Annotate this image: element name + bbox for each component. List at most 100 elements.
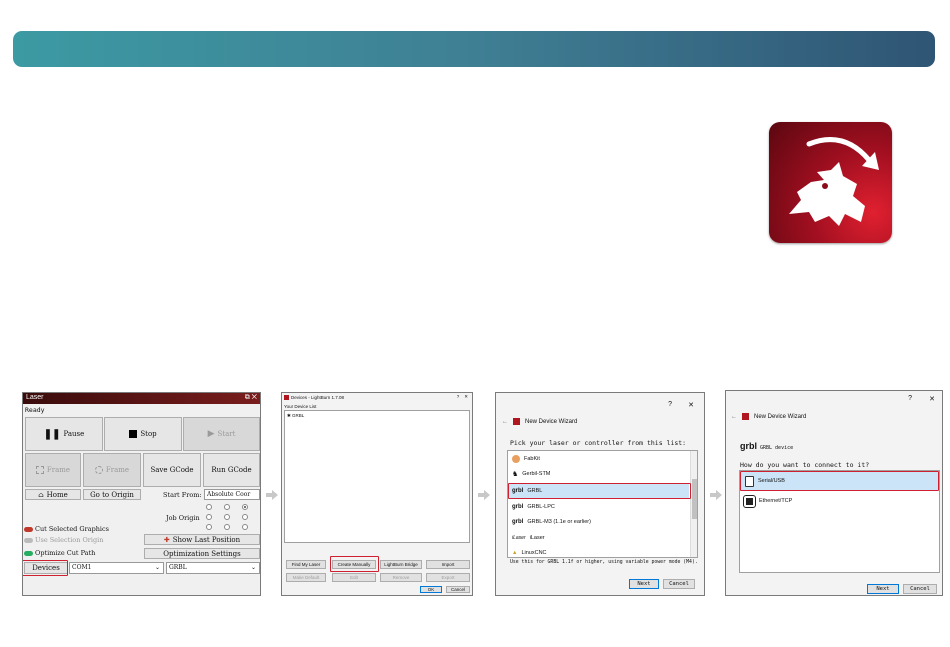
list-item[interactable]: grbl GRBL-M3 (1.1e or earlier) — [512, 515, 591, 529]
start-from-dropdown[interactable]: Absolute Coor — [204, 489, 260, 500]
wizard-header: ← New Device Wizard — [502, 418, 578, 425]
laser-titlebar: Laser ⧉ ✕ — [23, 393, 260, 404]
toggle-on-icon — [24, 550, 33, 556]
import-button[interactable]: Import — [426, 560, 470, 569]
wizard-connect-window: ? ✕ ← New Device Wizard grbl GRBL device… — [725, 390, 943, 596]
device-type-row: grbl GRBL device — [740, 441, 793, 451]
arrow-right-icon — [266, 490, 278, 500]
toggle-off-icon — [24, 537, 33, 543]
grbl-logo-icon: grbl — [512, 504, 524, 510]
ok-button[interactable]: OK — [420, 586, 442, 593]
create-manually-highlight — [330, 556, 379, 572]
option-ethernet-tcp[interactable]: Ethernet/TCP — [741, 493, 792, 509]
use-selection-origin-toggle[interactable]: Use Selection Origin — [24, 536, 103, 544]
lightburn-app-icon — [513, 418, 520, 425]
toggle-off-icon — [24, 526, 33, 532]
list-item[interactable]: ✱ GRBL — [287, 413, 304, 419]
home-icon: ⌂ — [38, 490, 44, 499]
port-dropdown[interactable]: COM1 ⌄ — [69, 562, 164, 574]
arrow-right-icon — [710, 490, 722, 500]
connect-prompt: How do you want to connect to it? — [740, 461, 870, 469]
laser-window: Laser ⧉ ✕ Ready ❚❚ Pause Stop ▶ Start Fram… — [22, 392, 261, 596]
lightburn-bridge-button[interactable]: LightBurn Bridge — [380, 560, 422, 569]
origin-radio[interactable] — [242, 524, 248, 530]
edit-button[interactable]: Edit — [332, 573, 376, 582]
wizard-header: ← New Device Wizard — [731, 413, 807, 420]
show-last-position-button[interactable]: ✚ Show Last Position — [144, 534, 260, 545]
back-arrow-icon[interactable]: ← — [731, 414, 737, 420]
origin-radio[interactable] — [206, 504, 212, 510]
list-item[interactable]: iLaser iLaser — [512, 531, 545, 545]
device-list-label: Your Device List — [284, 404, 317, 409]
lightburn-logo — [769, 122, 892, 243]
remove-button[interactable]: Remove — [380, 573, 422, 582]
cut-selected-toggle[interactable]: Cut Selected Graphics — [24, 525, 109, 533]
list-item[interactable]: FabKit — [512, 452, 540, 466]
make-default-button[interactable]: Make Default — [286, 573, 326, 582]
pause-icon: ❚❚ — [43, 428, 61, 440]
fabkit-icon — [512, 455, 520, 463]
devices-highlight — [23, 560, 68, 576]
list-item[interactable]: grbl GRBL-LPC — [512, 500, 555, 514]
window-controls-icon[interactable]: ⧉ ✕ — [245, 394, 257, 403]
gerbil-icon: ♞ — [512, 471, 519, 478]
scrollbar[interactable] — [690, 451, 697, 557]
help-button[interactable]: ? — [908, 395, 912, 402]
frame-button[interactable]: Frame — [25, 453, 81, 487]
go-to-origin-button[interactable]: Go to Origin — [83, 489, 141, 500]
stop-icon — [129, 430, 138, 438]
devices-titlebar: Devices - LightBurn 1.7.08 — [284, 395, 344, 400]
frame-circle-button[interactable]: Frame — [83, 453, 141, 487]
list-item[interactable]: ▲ LinuxCNC — [512, 546, 547, 560]
devices-window: Devices - LightBurn 1.7.08 ? ✕ Your Devi… — [281, 392, 473, 596]
optimize-cut-path-toggle[interactable]: Optimize Cut Path — [24, 549, 95, 557]
laser-title: Laser — [26, 394, 44, 401]
scrollbar-thumb[interactable] — [692, 479, 697, 519]
window-controls-icon[interactable]: ? ✕ — [457, 394, 468, 400]
controller-list[interactable]: FabKit ♞ Gerbil-STM grbl GRBL grbl GRBL-LPC… — [507, 450, 698, 558]
grbl-logo: grbl — [740, 441, 757, 451]
export-button[interactable]: Export — [426, 573, 470, 582]
optimization-settings-button[interactable]: Optimization Settings — [144, 548, 260, 559]
find-my-laser-button[interactable]: Find My Laser — [286, 560, 326, 569]
cancel-button[interactable]: Cancel — [663, 579, 695, 589]
close-button[interactable]: ✕ — [688, 401, 694, 409]
device-list[interactable]: ✱ GRBL — [284, 410, 470, 543]
origin-radio[interactable] — [206, 514, 212, 520]
cancel-button[interactable]: Cancel — [446, 586, 470, 593]
play-icon: ▶ — [207, 429, 215, 439]
cancel-button[interactable]: Cancel — [903, 584, 937, 594]
serial-usb-highlight — [740, 471, 939, 491]
lightburn-app-icon — [284, 395, 289, 400]
run-gcode-button[interactable]: Run GCode — [203, 453, 260, 487]
save-gcode-button[interactable]: Save GCode — [143, 453, 201, 487]
help-button[interactable]: ? — [668, 401, 672, 408]
grbl-logo-icon: grbl — [512, 519, 524, 525]
crosshair-icon: ✚ — [163, 535, 170, 544]
stop-button[interactable]: Stop — [104, 417, 182, 451]
arrow-right-icon — [478, 490, 490, 500]
start-from-label: Start From: — [163, 491, 202, 499]
back-arrow-icon[interactable]: ← — [502, 419, 508, 425]
grbl-highlight — [508, 483, 691, 499]
list-item[interactable]: ♞ Gerbil-STM — [512, 467, 550, 481]
origin-radio[interactable] — [206, 524, 212, 530]
close-button[interactable]: ✕ — [929, 395, 935, 403]
next-button[interactable]: Next — [629, 579, 659, 589]
ilaser-logo-icon: iLaser — [512, 535, 526, 541]
star-icon: ✱ — [287, 413, 291, 418]
origin-radio[interactable] — [224, 524, 230, 530]
pause-button[interactable]: ❚❚ Pause — [25, 417, 103, 451]
origin-radio[interactable] — [242, 504, 248, 510]
connection-list[interactable]: Serial/USB Ethernet/TCP — [739, 470, 940, 573]
device-dropdown[interactable]: GRBL ⌄ — [166, 562, 260, 574]
next-button[interactable]: Next — [867, 584, 899, 594]
home-button[interactable]: ⌂ Home — [25, 489, 81, 500]
lightburn-app-icon — [742, 413, 749, 420]
header-banner — [13, 31, 935, 67]
start-button[interactable]: ▶ Start — [183, 417, 260, 451]
origin-radio[interactable] — [224, 514, 230, 520]
frame-circle-icon — [94, 466, 103, 474]
origin-radio[interactable] — [224, 504, 230, 510]
origin-radio[interactable] — [242, 514, 248, 520]
